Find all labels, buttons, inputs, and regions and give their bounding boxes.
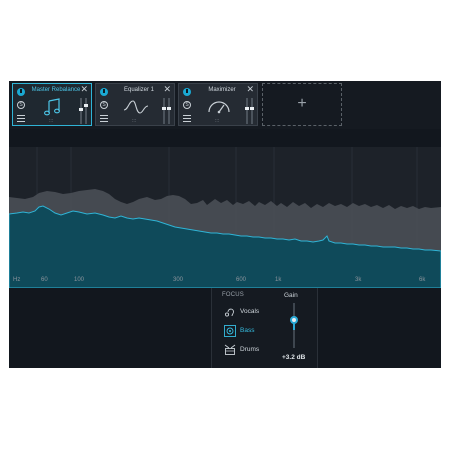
- module-maximizer[interactable]: Maximizer ✕ S :::: [178, 83, 258, 126]
- power-icon[interactable]: [183, 88, 191, 96]
- grip-handle[interactable]: :::: [132, 118, 136, 124]
- close-icon[interactable]: ✕: [80, 85, 88, 94]
- freq-label: 60: [41, 277, 48, 283]
- freq-label: Hz: [13, 277, 21, 283]
- bass-icon: [224, 325, 236, 337]
- gain-title: Gain: [284, 292, 298, 299]
- solo-button[interactable]: S: [100, 101, 108, 109]
- plus-icon: +: [297, 95, 307, 112]
- music-note-icon: [44, 98, 60, 116]
- module-master-rebalance[interactable]: Master Rebalance ✕ S :::: [12, 83, 92, 126]
- freq-label: 100: [74, 277, 85, 283]
- list-icon[interactable]: [183, 115, 191, 122]
- gauge-icon: [208, 101, 230, 114]
- gain-slider[interactable]: [290, 303, 298, 348]
- freq-label: 1k: [275, 277, 282, 283]
- input-fader[interactable]: [79, 98, 83, 124]
- focus-title: FOCUS: [222, 292, 244, 298]
- gain-slider-handle[interactable]: [290, 316, 298, 324]
- list-icon[interactable]: [100, 115, 108, 122]
- output-fader[interactable]: [250, 98, 254, 124]
- drums-icon: [224, 344, 236, 355]
- bottom-left-panel: [9, 288, 211, 368]
- spectrum-display[interactable]: Hz 60 100 300 600 1k 3k 6k: [9, 147, 441, 288]
- module-title: Maximizer: [208, 87, 236, 93]
- freq-label: 600: [236, 277, 247, 283]
- separator-band: [9, 129, 441, 147]
- solo-button[interactable]: S: [183, 101, 191, 109]
- grip-handle[interactable]: :::: [49, 118, 53, 124]
- close-icon[interactable]: ✕: [163, 85, 171, 94]
- module-equalizer-1[interactable]: Equalizer 1 ✕ S :::: [95, 83, 175, 126]
- spectrum-graph: [9, 147, 441, 288]
- close-icon[interactable]: ✕: [246, 85, 254, 94]
- focus-item-label: Drums: [240, 346, 260, 353]
- input-fader[interactable]: [245, 98, 249, 124]
- module-title: Equalizer 1: [123, 87, 155, 93]
- list-icon[interactable]: [17, 115, 25, 122]
- app-window: Master Rebalance ✕ S ::: Equalizer 1 ✕ S: [9, 81, 441, 368]
- focus-item-label: Bass: [240, 327, 255, 334]
- module-chain: Master Rebalance ✕ S ::: Equalizer 1 ✕ S: [9, 81, 441, 129]
- vocals-icon: [224, 308, 234, 317]
- add-module-slot[interactable]: +: [262, 83, 342, 126]
- module-title: Master Rebalance: [31, 87, 81, 93]
- grip-handle[interactable]: :::: [215, 118, 219, 124]
- eq-curve-icon: [123, 100, 149, 114]
- output-fader[interactable]: [84, 98, 88, 124]
- freq-label: 3k: [355, 277, 362, 283]
- freq-label: 300: [173, 277, 184, 283]
- focus-item-label: Vocals: [240, 308, 260, 315]
- input-fader[interactable]: [162, 98, 166, 124]
- solo-button[interactable]: S: [17, 101, 25, 109]
- power-icon[interactable]: [100, 88, 108, 96]
- output-fader[interactable]: [167, 98, 171, 124]
- freq-label: 6k: [419, 277, 426, 283]
- focus-panel: FOCUS Vocals Bass Drums Gain +3.2 dB: [211, 288, 317, 368]
- bottom-right-panel: [317, 288, 441, 368]
- power-icon[interactable]: [17, 88, 25, 96]
- gain-value: +3.2 dB: [282, 354, 306, 361]
